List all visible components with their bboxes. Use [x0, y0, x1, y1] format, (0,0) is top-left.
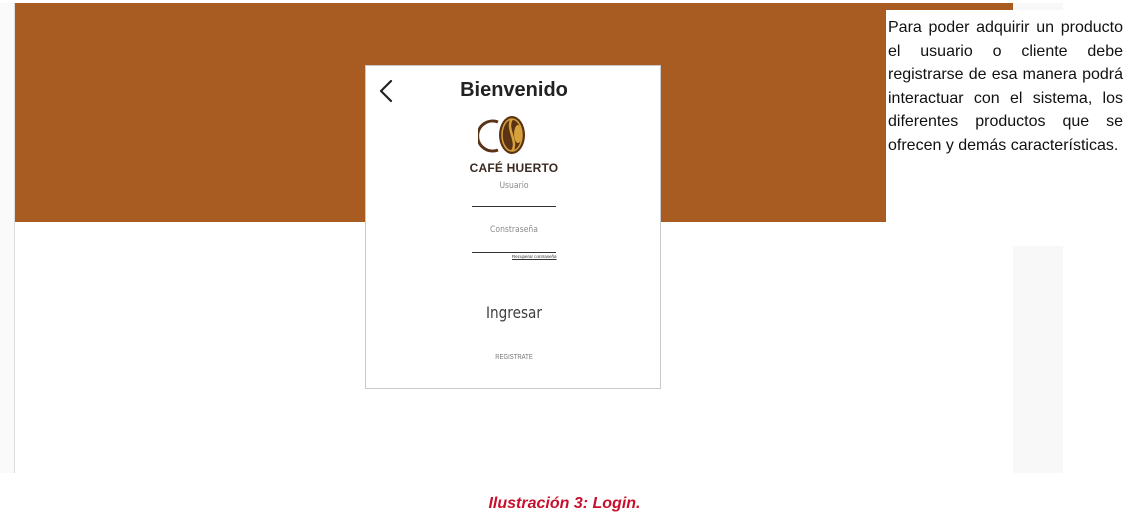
- login-button[interactable]: Ingresar: [439, 303, 589, 322]
- username-field[interactable]: Usuario: [439, 181, 589, 191]
- description-text: Para poder adquirir un producto el usuar…: [886, 10, 1123, 246]
- page-margin-left: [0, 3, 14, 473]
- figure-caption: Ilustración 3: Login.: [488, 495, 641, 512]
- chevron-left-icon[interactable]: [376, 78, 398, 104]
- password-underline: [472, 252, 556, 253]
- password-field[interactable]: Constraseña: [439, 225, 589, 235]
- coffee-bean-logo: [478, 116, 525, 154]
- brand-name: CAFÉ HUERTO: [469, 161, 559, 175]
- username-underline: [472, 206, 556, 207]
- forgot-password-link[interactable]: Recuperar contraseña: [512, 254, 557, 259]
- register-link[interactable]: REGISTRATE: [439, 354, 589, 361]
- login-screen: Bienvenido CAFÉ HUERTO Usuario Constrase…: [365, 65, 661, 389]
- screen-title: Bienvenido: [460, 79, 568, 101]
